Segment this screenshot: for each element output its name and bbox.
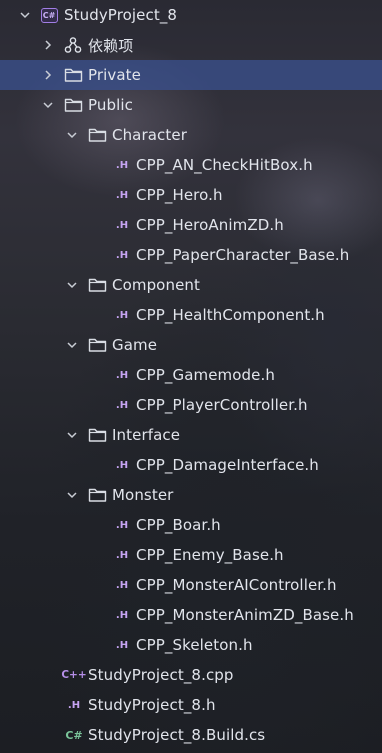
header-file-icon: .H: [115, 399, 129, 411]
chevron-right-icon[interactable]: [42, 69, 54, 81]
file-label: CPP_HeroAnimZD.h: [136, 216, 284, 234]
chevron-down-icon[interactable]: [42, 99, 54, 111]
chevron-down-icon[interactable]: [66, 129, 78, 141]
chevron-down-icon[interactable]: [66, 339, 78, 351]
chevron-down-icon[interactable]: [66, 279, 78, 291]
file-label: CPP_Skeleton.h: [136, 636, 253, 654]
file-label: StudyProject_8.cpp: [88, 666, 234, 684]
tree-item-folder-interface[interactable]: Interface: [0, 420, 382, 450]
folder-icon: [64, 97, 83, 113]
tree-item-file-header[interactable]: .H StudyProject_8.h: [0, 690, 382, 720]
tree-item-file-cpp[interactable]: C++ StudyProject_8.cpp: [0, 660, 382, 690]
tree-item-folder-monster[interactable]: Monster: [0, 480, 382, 510]
file-label: CPP_MonsterAIController.h: [136, 576, 337, 594]
chevron-down-icon[interactable]: [66, 429, 78, 441]
tree-item-file-build-cs[interactable]: C# StudyProject_8.Build.cs: [0, 720, 382, 750]
folder-icon: [88, 487, 107, 503]
folder-label: Character: [112, 126, 187, 144]
dependencies-icon: [64, 36, 82, 54]
header-file-icon: .H: [115, 189, 129, 201]
chevron-down-icon[interactable]: [66, 489, 78, 501]
chevron-right-icon[interactable]: [42, 39, 54, 51]
file-label: CPP_Boar.h: [136, 516, 221, 534]
tree-item-file[interactable]: .H CPP_HealthComponent.h: [0, 300, 382, 330]
folder-label: Game: [112, 336, 158, 354]
header-file-icon: .H: [115, 309, 129, 321]
tree-item-project-root[interactable]: C# StudyProject_8: [0, 0, 382, 30]
tree-item-file[interactable]: .H CPP_DamageInterface.h: [0, 450, 382, 480]
file-label: StudyProject_8.Build.cs: [88, 726, 266, 744]
tree-item-dependencies[interactable]: 依赖项: [0, 30, 382, 60]
project-root-label: StudyProject_8: [64, 6, 178, 24]
cpp-file-icon: C++: [61, 669, 87, 681]
folder-label: Monster: [112, 486, 174, 504]
file-label: CPP_Gamemode.h: [136, 366, 275, 384]
tree-item-file[interactable]: .H CPP_Hero.h: [0, 180, 382, 210]
tree-item-file[interactable]: .H CPP_AN_CheckHitBox.h: [0, 150, 382, 180]
dependencies-label: 依赖项: [88, 36, 134, 55]
tree-item-folder-game[interactable]: Game: [0, 330, 382, 360]
file-label: CPP_PaperCharacter_Base.h: [136, 246, 350, 264]
tree-item-file[interactable]: .H CPP_Skeleton.h: [0, 630, 382, 660]
file-label: CPP_HealthComponent.h: [136, 306, 325, 324]
file-label: CPP_MonsterAnimZD_Base.h: [136, 606, 354, 624]
header-file-icon: .H: [115, 519, 129, 531]
project-icon: C#: [40, 7, 58, 23]
header-file-icon: .H: [115, 549, 129, 561]
header-file-icon: .H: [115, 249, 129, 261]
public-folder-label: Public: [88, 96, 133, 114]
header-file-icon: .H: [115, 639, 129, 651]
chevron-down-icon[interactable]: [19, 9, 31, 21]
header-file-icon: .H: [115, 159, 129, 171]
folder-icon: [64, 67, 83, 83]
header-file-icon: .H: [115, 369, 129, 381]
tree-item-file[interactable]: .H CPP_Gamemode.h: [0, 360, 382, 390]
tree-item-folder-component[interactable]: Component: [0, 270, 382, 300]
header-file-icon: .H: [115, 609, 129, 621]
private-folder-label: Private: [88, 66, 141, 84]
folder-icon: [88, 337, 107, 353]
header-file-icon: .H: [115, 579, 129, 591]
file-label: CPP_Enemy_Base.h: [136, 546, 284, 564]
file-label: CPP_Hero.h: [136, 186, 223, 204]
tree-item-folder-character[interactable]: Character: [0, 120, 382, 150]
header-file-icon: .H: [115, 459, 129, 471]
csharp-file-icon: C#: [65, 728, 83, 742]
file-label: CPP_PlayerController.h: [136, 396, 308, 414]
file-label: StudyProject_8.h: [88, 696, 216, 714]
tree-item-file[interactable]: .H CPP_Boar.h: [0, 510, 382, 540]
tree-item-public-folder[interactable]: Public: [0, 90, 382, 120]
folder-label: Interface: [112, 426, 181, 444]
tree-item-file[interactable]: .H CPP_MonsterAnimZD_Base.h: [0, 600, 382, 630]
file-label: CPP_DamageInterface.h: [136, 456, 319, 474]
tree-item-private-folder[interactable]: Private: [0, 60, 382, 90]
folder-icon: [88, 427, 107, 443]
header-file-icon: .H: [67, 699, 81, 711]
tree-item-file[interactable]: .H CPP_Enemy_Base.h: [0, 540, 382, 570]
folder-icon: [88, 277, 107, 293]
folder-label: Component: [112, 276, 200, 294]
file-label: CPP_AN_CheckHitBox.h: [136, 156, 313, 174]
tree-item-file[interactable]: .H CPP_HeroAnimZD.h: [0, 210, 382, 240]
tree-item-file[interactable]: .H CPP_PlayerController.h: [0, 390, 382, 420]
tree-item-file[interactable]: .H CPP_PaperCharacter_Base.h: [0, 240, 382, 270]
header-file-icon: .H: [115, 219, 129, 231]
folder-icon: [88, 127, 107, 143]
tree-item-file[interactable]: .H CPP_MonsterAIController.h: [0, 570, 382, 600]
